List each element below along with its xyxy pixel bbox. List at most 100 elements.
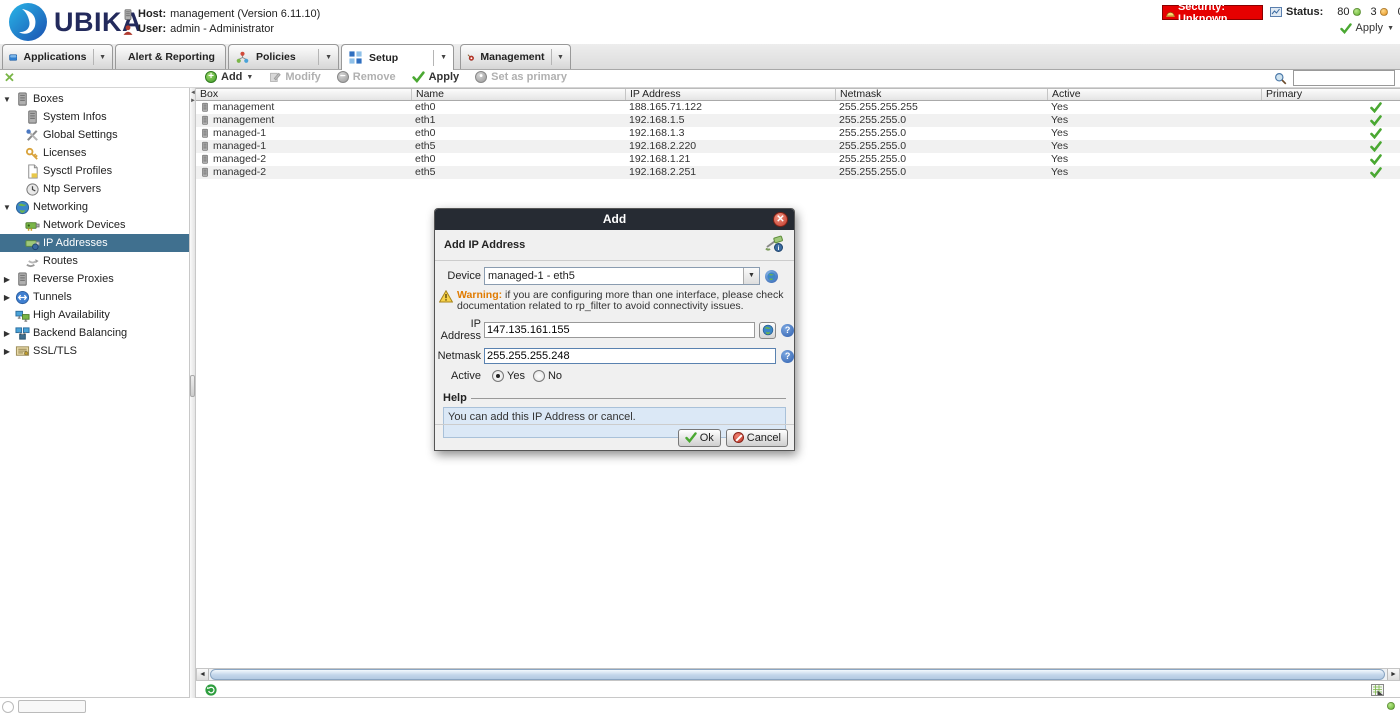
help-icon[interactable]: ? [781,350,794,363]
active-no-radio[interactable] [533,370,545,382]
user-label: User: [138,22,166,37]
status-bar [196,682,1400,698]
cell-active: Yes [1047,127,1261,140]
scroll-right-arrow[interactable]: ► [1387,669,1399,680]
sidebar-splitter[interactable]: ◄► [190,88,196,698]
tree-item-high-availability[interactable]: High Availability [0,306,189,324]
refresh-button[interactable] [205,684,217,699]
tree-item-system-infos[interactable]: System Infos [0,108,189,126]
tree-collapsed-icon[interactable]: ▶ [2,293,12,302]
help-section-title: Help [443,392,467,404]
tab-alert-reporting[interactable]: Alert & Reporting ▼ [115,44,226,69]
tree-collapsed-icon[interactable]: ▶ [2,329,12,338]
ip-address-input[interactable] [484,322,755,338]
set-as-primary-label: Set as primary [491,71,567,83]
scrollbar-thumb[interactable] [210,669,1385,680]
column-header-primary[interactable]: Primary [1261,89,1400,100]
chevron-down-icon[interactable]: ▼ [557,54,564,61]
cancel-button-label: Cancel [747,432,781,444]
check-icon [1340,23,1352,34]
chevron-down-icon[interactable]: ▼ [743,268,759,284]
chevron-down-icon[interactable]: ▼ [99,54,106,61]
global-apply-button[interactable]: Apply ▼ [1340,22,1394,34]
ok-button[interactable]: Ok [678,429,721,447]
column-header-active[interactable]: Active [1047,89,1261,100]
table-row[interactable]: management eth0 188.165.71.122 255.255.2… [196,101,1400,114]
netmask-input[interactable] [484,348,776,364]
tree-item-licenses[interactable]: Licenses [0,144,189,162]
tree-expanded-icon[interactable]: ▼ [2,95,12,104]
add-button[interactable]: + Add ▼ [205,71,253,83]
apply-button[interactable]: Apply [412,71,460,83]
primary-check-icon [1370,115,1382,126]
chevron-down-icon[interactable]: ▼ [440,54,447,61]
column-header-box[interactable]: Box [196,89,411,100]
scroll-left-arrow[interactable]: ◄ [197,669,209,680]
network-card-icon [25,218,40,233]
server-icon [200,128,210,139]
cancel-button[interactable]: Cancel [726,429,788,447]
dialog-titlebar[interactable]: Add ✕ [435,209,794,230]
tree-item-backend-balancing[interactable]: ▶ Backend Balancing [0,324,189,342]
tab-setup[interactable]: Setup ▼ [341,44,454,70]
horizontal-scrollbar[interactable]: ◄ ► [196,668,1400,681]
column-header-name[interactable]: Name [411,89,625,100]
server-icon [200,102,210,113]
tree-item-reverse-proxies[interactable]: ▶ Reverse Proxies [0,270,189,288]
splitter-grip[interactable] [190,375,195,397]
routes-icon [25,254,40,269]
main-tab-bar: Applications ▼ Alert & Reporting ▼ Polic… [0,44,1400,70]
column-header-ip-address[interactable]: IP Address [625,89,835,100]
cell-box: management [213,114,274,127]
tab-policies[interactable]: Policies ▼ [228,44,339,69]
tree-collapsed-icon[interactable]: ▶ [2,347,12,356]
tree-item-tunnels[interactable]: ▶ Tunnels [0,288,189,306]
table-row[interactable]: management eth1 192.168.1.5 255.255.255.… [196,114,1400,127]
management-icon [467,50,474,65]
device-select[interactable]: managed-1 - eth5 ▼ [484,267,760,285]
tab-management[interactable]: Management ▼ [460,44,571,69]
table-row[interactable]: managed-1 eth5 192.168.2.220 255.255.255… [196,140,1400,153]
tree-item-boxes[interactable]: ▼ Boxes [0,90,189,108]
status-count-ok[interactable]: 80 [1337,6,1360,18]
tree-item-ip-addresses[interactable]: IP Addresses [0,234,189,252]
globe-icon[interactable] [765,270,778,283]
tree-collapsed-icon[interactable]: ▶ [2,275,12,284]
export-button[interactable] [1371,684,1384,699]
tree-item-routes[interactable]: Routes [0,252,189,270]
primary-check-icon [1370,128,1382,139]
table-row[interactable]: managed-2 eth5 192.168.2.251 255.255.255… [196,166,1400,179]
chevron-down-icon: ▼ [1387,25,1394,32]
search-input[interactable] [1293,70,1395,86]
status-count-warning[interactable]: 3 [1371,6,1388,18]
high-availability-icon [15,308,30,323]
help-text: You can add this IP Address or cancel. [448,411,636,423]
tree-item-label: Backend Balancing [33,327,127,339]
tree-item-global-settings[interactable]: Global Settings [0,126,189,144]
chevron-down-icon[interactable]: ▼ [325,54,332,61]
policies-icon [235,50,250,65]
tree-item-network-devices[interactable]: Network Devices [0,216,189,234]
close-icon[interactable]: ✕ [773,212,788,227]
tree-item-sysctl-profiles[interactable]: Sysctl Profiles [0,162,189,180]
table-row[interactable]: managed-2 eth0 192.168.1.21 255.255.255.… [196,153,1400,166]
modify-button[interactable]: Modify [269,71,320,83]
set-as-primary-button[interactable]: • Set as primary [475,71,567,83]
tree-item-ssl-tls[interactable]: ▶ SSL/TLS [0,342,189,360]
help-icon[interactable]: ? [781,324,794,337]
tab-applications[interactable]: Applications ▼ [2,44,113,69]
table-row[interactable]: managed-1 eth0 192.168.1.3 255.255.255.0… [196,127,1400,140]
security-status-badge[interactable]: Security: Unknown [1162,5,1263,20]
pin-icon: • [475,71,487,83]
tree-item-ntp-servers[interactable]: Ntp Servers [0,180,189,198]
active-yes-radio[interactable] [492,370,504,382]
status-warning-value: 3 [1371,6,1377,18]
tree-item-networking[interactable]: ▼ Networking [0,198,189,216]
netmask-row: Netmask ? [435,348,794,364]
column-header-netmask[interactable]: Netmask [835,89,1047,100]
cancel-icon [733,432,744,443]
remove-button[interactable]: − Remove [337,71,396,83]
tree-expanded-icon[interactable]: ▼ [2,203,12,212]
resolve-globe-button[interactable] [759,322,777,339]
collapse-tree-icon[interactable]: ✕ [4,71,15,84]
